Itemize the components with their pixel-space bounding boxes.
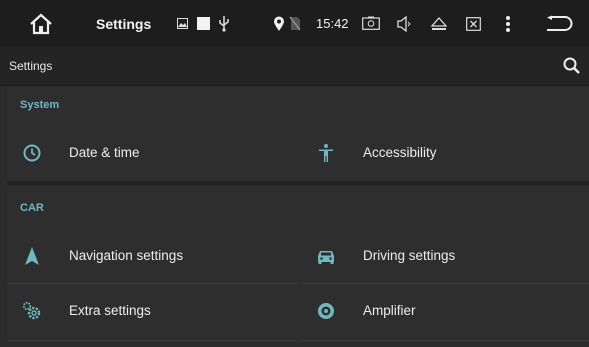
location-icon <box>273 16 285 32</box>
section-system: System Date & time Accessibility <box>7 86 589 181</box>
settings-item-date-time[interactable]: Date & time <box>7 131 297 175</box>
settings-item-label: Amplifier <box>363 303 416 318</box>
home-icon[interactable] <box>28 12 54 36</box>
settings-item-driving[interactable]: Driving settings <box>301 234 589 278</box>
section-header: System <box>20 99 60 111</box>
status-title: Settings <box>96 15 152 32</box>
row-divider <box>7 340 297 341</box>
clock-time: 15:42 <box>316 16 349 31</box>
settings-item-label: Date & time <box>69 145 140 160</box>
section-car: CAR Navigation settings Driving settings… <box>7 185 589 343</box>
accessibility-icon <box>315 142 337 164</box>
settings-item-label: Extra settings <box>69 303 151 318</box>
status-bar: Settings 15:42 <box>0 0 589 47</box>
close-box-icon[interactable] <box>466 17 481 31</box>
no-sim-icon <box>289 16 301 31</box>
navigation-arrow-icon <box>21 245 43 267</box>
row-divider <box>301 340 589 341</box>
picture-icon <box>177 18 188 29</box>
settings-item-amplifier[interactable]: Amplifier <box>301 289 589 333</box>
car-icon <box>315 245 337 267</box>
section-header: CAR <box>20 202 44 214</box>
square-icon <box>197 17 210 30</box>
settings-item-extra[interactable]: Extra settings <box>7 289 297 333</box>
page-title: Settings <box>9 59 53 73</box>
settings-item-accessibility[interactable]: Accessibility <box>301 131 589 175</box>
settings-item-navigation[interactable]: Navigation settings <box>7 234 297 278</box>
more-vert-icon[interactable] <box>505 15 511 33</box>
usb-icon <box>218 15 230 32</box>
settings-item-label: Driving settings <box>363 248 456 263</box>
volume-icon[interactable] <box>397 16 411 32</box>
app-bar: Settings <box>0 47 589 86</box>
row-divider <box>7 283 297 284</box>
clock-icon <box>21 142 43 164</box>
speaker-icon <box>315 300 337 322</box>
gears-icon <box>21 300 43 322</box>
settings-item-label: Navigation settings <box>69 248 184 263</box>
row-divider <box>301 283 589 284</box>
screenshot-icon[interactable] <box>362 16 380 30</box>
eject-icon[interactable] <box>431 17 447 31</box>
settings-item-label: Accessibility <box>363 145 437 160</box>
search-icon[interactable] <box>562 56 584 76</box>
back-icon[interactable] <box>545 15 573 33</box>
